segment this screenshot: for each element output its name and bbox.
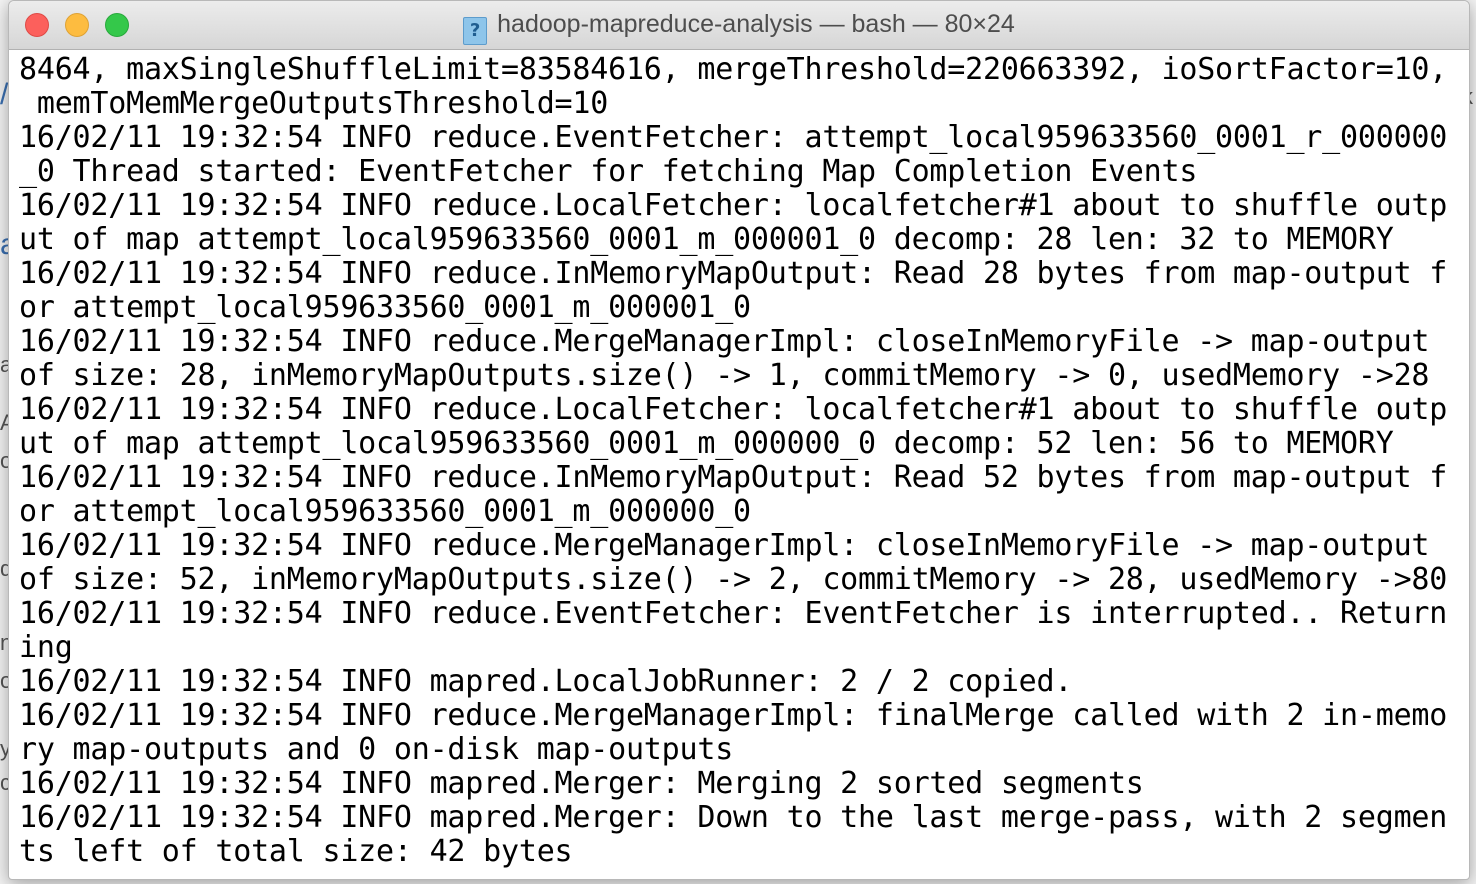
terminal-line: 16/02/11 19:32:54 INFO reduce.MergeManag… — [19, 324, 1430, 359]
terminal-line: ing — [19, 630, 73, 665]
terminal-line: memToMemMergeOutputsThreshold=10 — [19, 86, 609, 121]
terminal-line: 16/02/11 19:32:54 INFO reduce.EventFetch… — [19, 120, 1448, 155]
desktop: / k a a A o d n o y c ?hadoop-mapreduce-… — [0, 0, 1476, 884]
terminal-line: 16/02/11 19:32:54 INFO reduce.LocalFetch… — [19, 392, 1448, 427]
terminal-line: 16/02/11 19:32:54 INFO reduce.LocalFetch… — [19, 188, 1448, 223]
terminal-output[interactable]: 8464, maxSingleShuffleLimit=83584616, me… — [19, 53, 1459, 875]
title-bar[interactable]: ? hadoop-mapreduce-analysis — bash — 80×2… — [9, 1, 1469, 50]
window-title: hadoop-mapreduce-analysis — bash — 80×24 — [497, 10, 1015, 38]
terminal-line: ts left of total size: 42 bytes — [19, 834, 573, 869]
terminal-window[interactable]: ? hadoop-mapreduce-analysis — bash — 80×2… — [8, 0, 1470, 880]
document-unknown-icon[interactable]: ? — [463, 17, 488, 45]
terminal-line: or attempt_local959633560_0001_m_000001_… — [19, 290, 751, 325]
terminal-line: ut of map attempt_local959633560_0001_m_… — [19, 222, 1394, 257]
terminal-line: 16/02/11 19:32:54 INFO reduce.MergeManag… — [19, 528, 1430, 563]
terminal-line: 8464, maxSingleShuffleLimit=83584616, me… — [19, 53, 1448, 87]
terminal-line: 16/02/11 19:32:54 INFO reduce.MergeManag… — [19, 698, 1448, 733]
terminal-line: 16/02/11 19:32:54 INFO reduce.InMemoryMa… — [19, 460, 1448, 495]
terminal-line: 16/02/11 19:32:54 INFO reduce.InMemoryMa… — [19, 256, 1448, 291]
terminal-line: or attempt_local959633560_0001_m_000000_… — [19, 494, 751, 529]
terminal-line: of size: 28, inMemoryMapOutputs.size() -… — [19, 358, 1430, 393]
terminal-line: 16/02/11 19:32:54 INFO mapred.Merger: Me… — [19, 766, 1144, 801]
terminal-line: _0 Thread started: EventFetcher for fetc… — [19, 154, 1198, 189]
window-title-container: ? hadoop-mapreduce-analysis — bash — 80×2… — [9, 10, 1469, 45]
terminal-line: of size: 52, inMemoryMapOutputs.size() -… — [19, 562, 1448, 597]
terminal-line: 16/02/11 19:32:54 INFO mapred.LocalJobRu… — [19, 664, 1073, 699]
terminal-line: ut of map attempt_local959633560_0001_m_… — [19, 426, 1394, 461]
terminal-line: ry map-outputs and 0 on-disk map-outputs — [19, 732, 734, 767]
terminal-line: 16/02/11 19:32:54 INFO mapred.Merger: Do… — [19, 800, 1448, 835]
terminal-line: 16/02/11 19:32:54 INFO reduce.EventFetch… — [19, 596, 1448, 631]
